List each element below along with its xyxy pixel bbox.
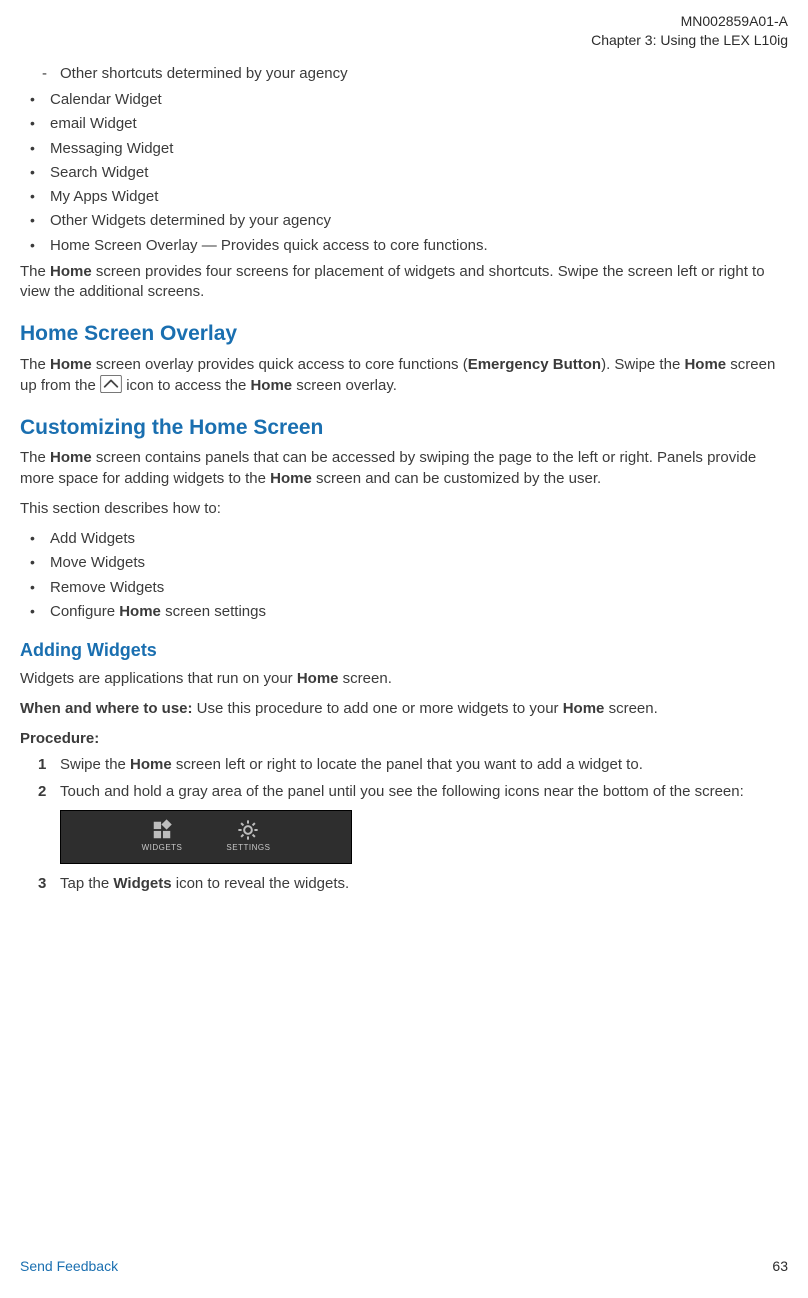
overlay-paragraph: The Home screen overlay provides quick a… xyxy=(20,355,788,397)
text: screen settings xyxy=(161,603,266,620)
text-bold: Home xyxy=(50,263,92,280)
text-bold: Home xyxy=(119,603,161,620)
list-item: Add Widgets xyxy=(20,529,788,549)
list-item: email Widget xyxy=(20,114,788,134)
text: screen. xyxy=(339,670,392,687)
list-item: Search Widget xyxy=(20,163,788,183)
chapter-title: Chapter 3: Using the LEX L10ig xyxy=(20,31,788,50)
text: screen overlay provides quick access to … xyxy=(92,356,468,373)
page-header: MN002859A01-A Chapter 3: Using the LEX L… xyxy=(20,12,788,50)
adding-p1: Widgets are applications that run on you… xyxy=(20,669,788,689)
send-feedback-link[interactable]: Send Feedback xyxy=(20,1257,118,1276)
list-item: Remove Widgets xyxy=(20,578,788,598)
doc-id: MN002859A01-A xyxy=(20,12,788,31)
section-customizing: Customizing the Home Screen xyxy=(20,414,788,442)
home-icon xyxy=(100,375,122,393)
customize-p1: The Home screen contains panels that can… xyxy=(20,448,788,489)
customize-list: Add Widgets Move Widgets Remove Widgets … xyxy=(20,529,788,622)
text: screen overlay. xyxy=(292,377,397,394)
text-bold: Emergency Button xyxy=(468,356,601,373)
widgets-icon xyxy=(151,819,173,841)
procedure-steps-cont: Tap the Widgets icon to reveal the widge… xyxy=(20,874,788,894)
widget-list: Calendar Widget email Widget Messaging W… xyxy=(20,90,788,256)
text: screen provides four screens for placeme… xyxy=(20,263,765,300)
list-item: Messaging Widget xyxy=(20,139,788,159)
widgets-toolbar-item: WIDGETS xyxy=(142,819,183,854)
text: ). Swipe the xyxy=(601,356,684,373)
shortcut-sublist: Other shortcuts determined by your agenc… xyxy=(20,64,788,84)
gear-icon xyxy=(237,819,259,841)
page-number: 63 xyxy=(772,1257,788,1276)
list-item: Other Widgets determined by your agency xyxy=(20,211,788,231)
list-item: Configure Home screen settings xyxy=(20,602,788,622)
list-item: Move Widgets xyxy=(20,553,788,573)
section-home-screen-overlay: Home Screen Overlay xyxy=(20,320,788,348)
text: Configure xyxy=(50,603,119,620)
text: The xyxy=(20,356,50,373)
text-bold: Home xyxy=(50,356,92,373)
text-bold: Home xyxy=(50,449,92,466)
customize-p2: This section describes how to: xyxy=(20,499,788,519)
text: Tap the xyxy=(60,875,113,892)
text: The xyxy=(20,449,50,466)
widgets-label: WIDGETS xyxy=(142,843,183,854)
list-item: Home Screen Overlay — Provides quick acc… xyxy=(20,236,788,256)
text-bold: Home xyxy=(270,470,312,487)
when-where-label: When and where to use: xyxy=(20,700,193,717)
list-item: My Apps Widget xyxy=(20,187,788,207)
text: screen left or right to locate the panel… xyxy=(172,756,643,773)
settings-label: SETTINGS xyxy=(226,843,270,854)
text-bold: Home xyxy=(563,700,605,717)
widgets-settings-toolbar: WIDGETS SETTINGS xyxy=(60,810,352,864)
procedure-label: Procedure: xyxy=(20,729,788,749)
home-screens-paragraph: The Home screen provides four screens fo… xyxy=(20,262,788,303)
text-bold: Home xyxy=(297,670,339,687)
text-bold: Widgets xyxy=(113,875,171,892)
section-adding-widgets: Adding Widgets xyxy=(20,638,788,662)
procedure-step: Touch and hold a gray area of the panel … xyxy=(20,782,788,802)
procedure-step: Tap the Widgets icon to reveal the widge… xyxy=(20,874,788,894)
text: The xyxy=(20,263,50,280)
text: Use this procedure to add one or more wi… xyxy=(193,700,563,717)
text: Swipe the xyxy=(60,756,130,773)
list-item: Other shortcuts determined by your agenc… xyxy=(20,64,788,84)
text: Widgets are applications that run on you… xyxy=(20,670,297,687)
procedure-steps: Swipe the Home screen left or right to l… xyxy=(20,755,788,802)
adding-p2: When and where to use: Use this procedur… xyxy=(20,699,788,719)
procedure-step: Swipe the Home screen left or right to l… xyxy=(20,755,788,775)
text: screen. xyxy=(604,700,657,717)
text: icon to reveal the widgets. xyxy=(172,875,350,892)
list-item: Calendar Widget xyxy=(20,90,788,110)
settings-toolbar-item: SETTINGS xyxy=(226,819,270,854)
text: icon to access the xyxy=(122,377,250,394)
text-bold: Home xyxy=(684,356,726,373)
text-bold: Home xyxy=(130,756,172,773)
text: screen and can be customized by the user… xyxy=(312,470,601,487)
text-bold: Home xyxy=(250,377,292,394)
